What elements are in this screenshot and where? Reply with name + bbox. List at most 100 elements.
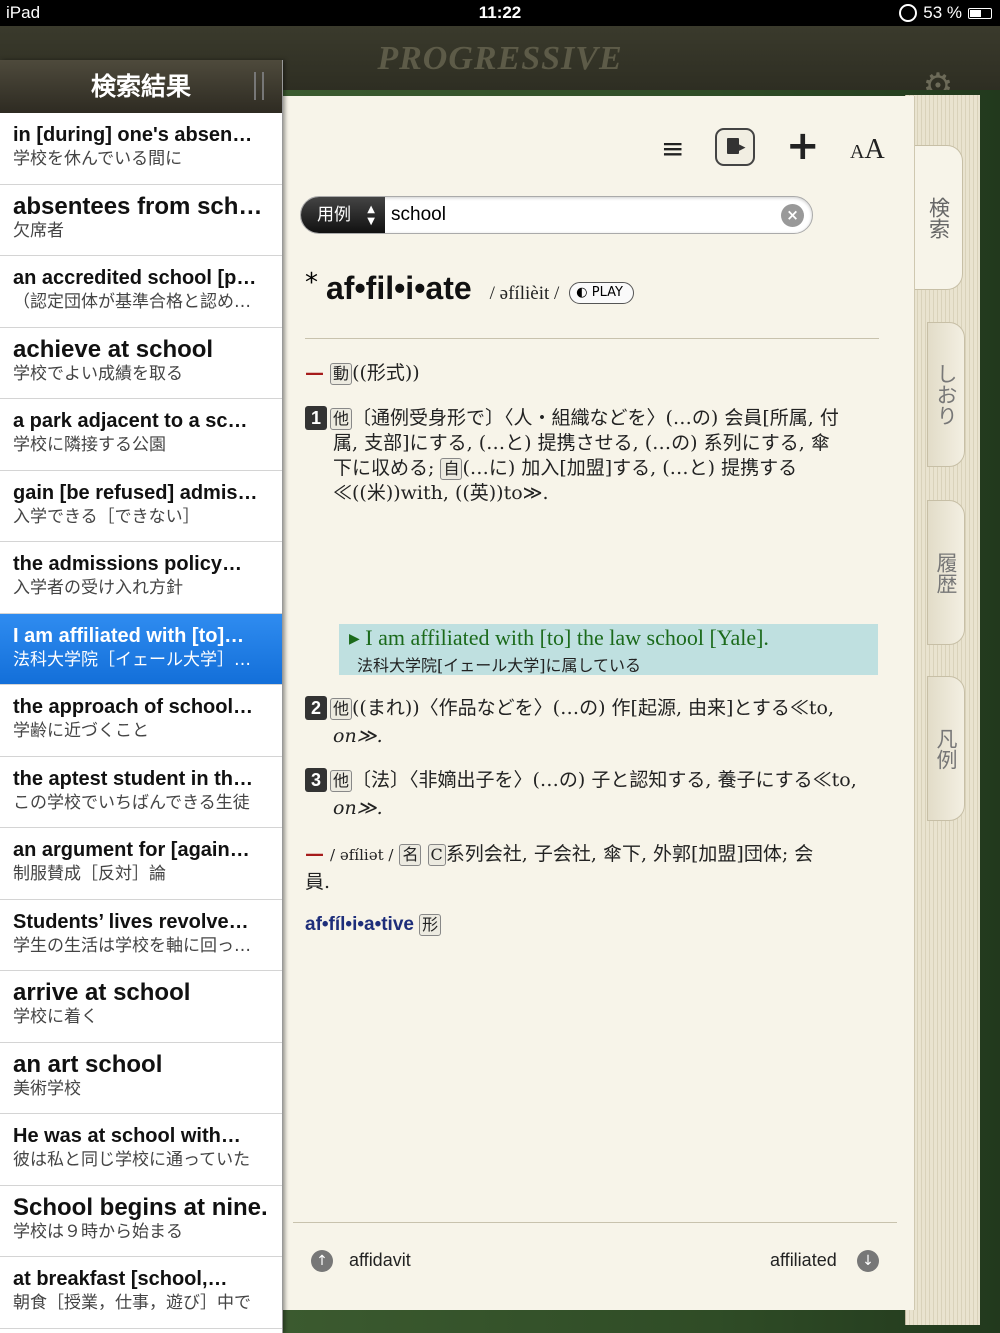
noun-pronunciation: / əfíliət /: [330, 846, 394, 864]
sense-2-line-1: 2 他 ((まれ))〈作品などを〉(…の) 作[起源, 由来]とする≪to,: [305, 696, 834, 721]
tab-search-label: 検索: [926, 196, 951, 239]
list-item[interactable]: gain [be refused] admis… 入学できる［できない］: [0, 470, 282, 542]
prev-entry-link[interactable]: affidavit: [349, 1250, 411, 1271]
sense-text: ((まれ))〈作品などを〉(…の) 作[起源, 由来]とする≪to,: [352, 697, 834, 719]
sense-3-line-2: on≫.: [333, 797, 383, 819]
list-item[interactable]: arrive at school 学校に着く: [0, 971, 282, 1043]
play-label: PLAY: [591, 285, 623, 300]
headword: af•fil•i•ate: [326, 270, 472, 306]
list-item[interactable]: the aptest student in th… この学校でいちばんできる生徒: [0, 756, 282, 828]
pos-dash: —: [305, 362, 324, 384]
list-item[interactable]: a park adjacent to a sc… 学校に隣接する公園: [0, 399, 282, 471]
list-item[interactable]: achieve at school 学校でよい成績を取る: [0, 327, 282, 399]
sense-number: 2: [305, 696, 327, 720]
list-item[interactable]: in [during] one's absen… 学校を休んでいる間に: [0, 113, 282, 185]
prev-entry-icon[interactable]: ↑: [311, 1250, 333, 1272]
play-audio-button[interactable]: ◐ PLAY: [569, 282, 634, 304]
result-english: in [during] one's absen…: [13, 124, 253, 146]
next-entry-icon[interactable]: ↓: [857, 1250, 879, 1272]
result-english: a park adjacent to a sc…: [13, 410, 248, 432]
derivative-line[interactable]: af•fíl•i•a•tive 形: [305, 914, 442, 936]
sense-text: 〔通例受身形で〕〈人・組織などを〉(…の) 会員[所属, 付: [352, 407, 839, 429]
result-japanese: 入学できる［できない］: [13, 506, 200, 527]
list-item[interactable]: Students’ lives revolve… 学生の生活は学校を軸に回っ…: [0, 899, 282, 971]
divider: [305, 338, 879, 339]
font-size-button[interactable]: AA: [850, 134, 885, 166]
list-item[interactable]: He was at school with… 彼は私と同じ学校に通っていた: [0, 1114, 282, 1186]
search-bar: 用例 ▲▼ ×: [300, 196, 813, 234]
example-en-text: I am affiliated with [to] the law school…: [365, 625, 769, 650]
tab-search[interactable]: 検索: [915, 145, 963, 290]
sense-text: (…に) 加入[加盟]する, (…と) 提携する: [462, 457, 798, 479]
pronunciation: / əfílièit /: [489, 283, 560, 304]
sense-2-line-2: on≫.: [333, 725, 383, 747]
list-item[interactable]: at breakfast [school,… 朝食［授業，仕事，遊び］中で: [0, 1257, 282, 1329]
result-english: arrive at school: [13, 980, 191, 1006]
list-item[interactable]: I am affiliated with [to]… 法科大学院［イェール大学］…: [0, 613, 282, 685]
example-highlight[interactable]: ▶ I am affiliated with [to] the law scho…: [339, 624, 878, 675]
derivative-word: af•fíl•i•a•tive: [305, 914, 414, 935]
font-size-small: A: [850, 141, 865, 163]
sense-number: 1: [305, 406, 327, 430]
noun-tag: 名: [399, 844, 422, 866]
search-results-panel: 検索結果 in [during] one's absen… 学校を休んでいる間に a…: [0, 60, 283, 1333]
result-english: Students’ lives revolve…: [13, 910, 249, 933]
result-english: an argument for [again…: [13, 839, 250, 861]
sidebar-header: 検索結果: [0, 60, 282, 113]
list-icon[interactable]: ≡: [661, 132, 684, 165]
tab-bookmarks[interactable]: しおり: [927, 322, 965, 467]
sense-3-line-1: 3 他〔法〕〈非嫡出子を〉(…の) 子と認知する, 養子にする≪to,: [305, 768, 857, 793]
result-english: I am affiliated with [to]…: [13, 624, 245, 647]
result-english: an art school: [13, 1051, 163, 1078]
sense-text: 〔法〕〈非嫡出子を〉(…の) 子と認知する, 養子にする≪to,: [352, 769, 857, 791]
clear-icon[interactable]: ×: [781, 204, 804, 227]
list-item[interactable]: the approach of school… 学齢に近づくこと: [0, 685, 282, 757]
result-japanese: 美術学校: [13, 1078, 81, 1099]
result-english: He was at school with…: [13, 1125, 241, 1147]
result-japanese: 入学者の受け入れ方針: [13, 578, 183, 598]
noun-text: 系列会社, 子会社, 傘下, 外郭[加盟]団体; 会: [445, 843, 814, 865]
result-english: an accredited school [p…: [13, 267, 257, 289]
list-item[interactable]: absentees from school 欠席者: [0, 184, 282, 256]
sense-1-line-4: ≪((米))with, ((英))to≫.: [333, 482, 549, 504]
list-item[interactable]: an accredited school [p… （認定団体が基準合格と認め…: [0, 256, 282, 328]
add-bookmark-button[interactable]: +: [786, 123, 820, 169]
sense-tag: 他: [330, 408, 353, 430]
rotation-lock-icon: [899, 4, 918, 22]
next-entry-link[interactable]: affiliated: [770, 1250, 837, 1271]
result-japanese: 学齢に近づくこと: [13, 721, 149, 741]
tab-legend[interactable]: 凡例: [927, 676, 965, 821]
result-japanese: 法科大学院［イェール大学］…: [13, 649, 251, 670]
result-english: the approach of school…: [13, 696, 254, 718]
scope-arrows-icon: ▲ ▼: [367, 204, 375, 227]
sense-1-line-3: 下に収める; 自 (…に) 加入[加盟]する, (…と) 提携する: [333, 456, 797, 481]
list-item[interactable]: the admissions policy… 入学者の受け入れ方針: [0, 542, 282, 614]
result-english: the admissions policy…: [13, 553, 242, 575]
intransitive-tag: 自: [440, 458, 463, 480]
list-item[interactable]: an art school 美術学校: [0, 1042, 282, 1114]
result-japanese: 彼は私と同じ学校に通っていた: [13, 1150, 251, 1170]
sidebar-title: 検索結果: [90, 72, 191, 101]
example-marker-icon: ▶: [349, 632, 360, 647]
result-english: at breakfast [school,…: [13, 1268, 228, 1290]
result-japanese: 制服賛成［反対］論: [13, 864, 166, 884]
search-input[interactable]: [391, 201, 771, 229]
noun-line-2: 員.: [305, 871, 331, 893]
result-japanese: この学校でいちばんできる生徒: [13, 792, 250, 813]
sense-1-line-1: 1 他〔通例受身形で〕〈人・組織などを〉(…の) 会員[所属, 付: [305, 406, 839, 431]
export-icon[interactable]: [715, 128, 755, 166]
sense-tag: 他: [330, 698, 353, 720]
status-bar: iPad 11:22 53 %: [0, 0, 1000, 26]
pos-note: ((形式)): [352, 362, 420, 384]
list-item[interactable]: an argument for [again… 制服賛成［反対］論: [0, 828, 282, 900]
result-english: School begins at nine.: [13, 1194, 268, 1221]
tab-history[interactable]: 履歴: [927, 500, 965, 645]
sense-1-line-2: 属, 支部]にする, (…と) 提携させる, (…の) 系列にする, 傘: [333, 432, 830, 454]
drag-handle-icon[interactable]: [254, 72, 264, 100]
footer-divider: [293, 1222, 897, 1223]
list-item[interactable]: School begins at nine. 学校は９時から始まる: [0, 1185, 282, 1257]
clock: 11:22: [478, 3, 522, 22]
tab-legend-label: 凡例: [934, 727, 958, 770]
sense-number: 3: [305, 768, 327, 792]
search-scope-selector[interactable]: 用例 ▲ ▼: [301, 197, 385, 233]
